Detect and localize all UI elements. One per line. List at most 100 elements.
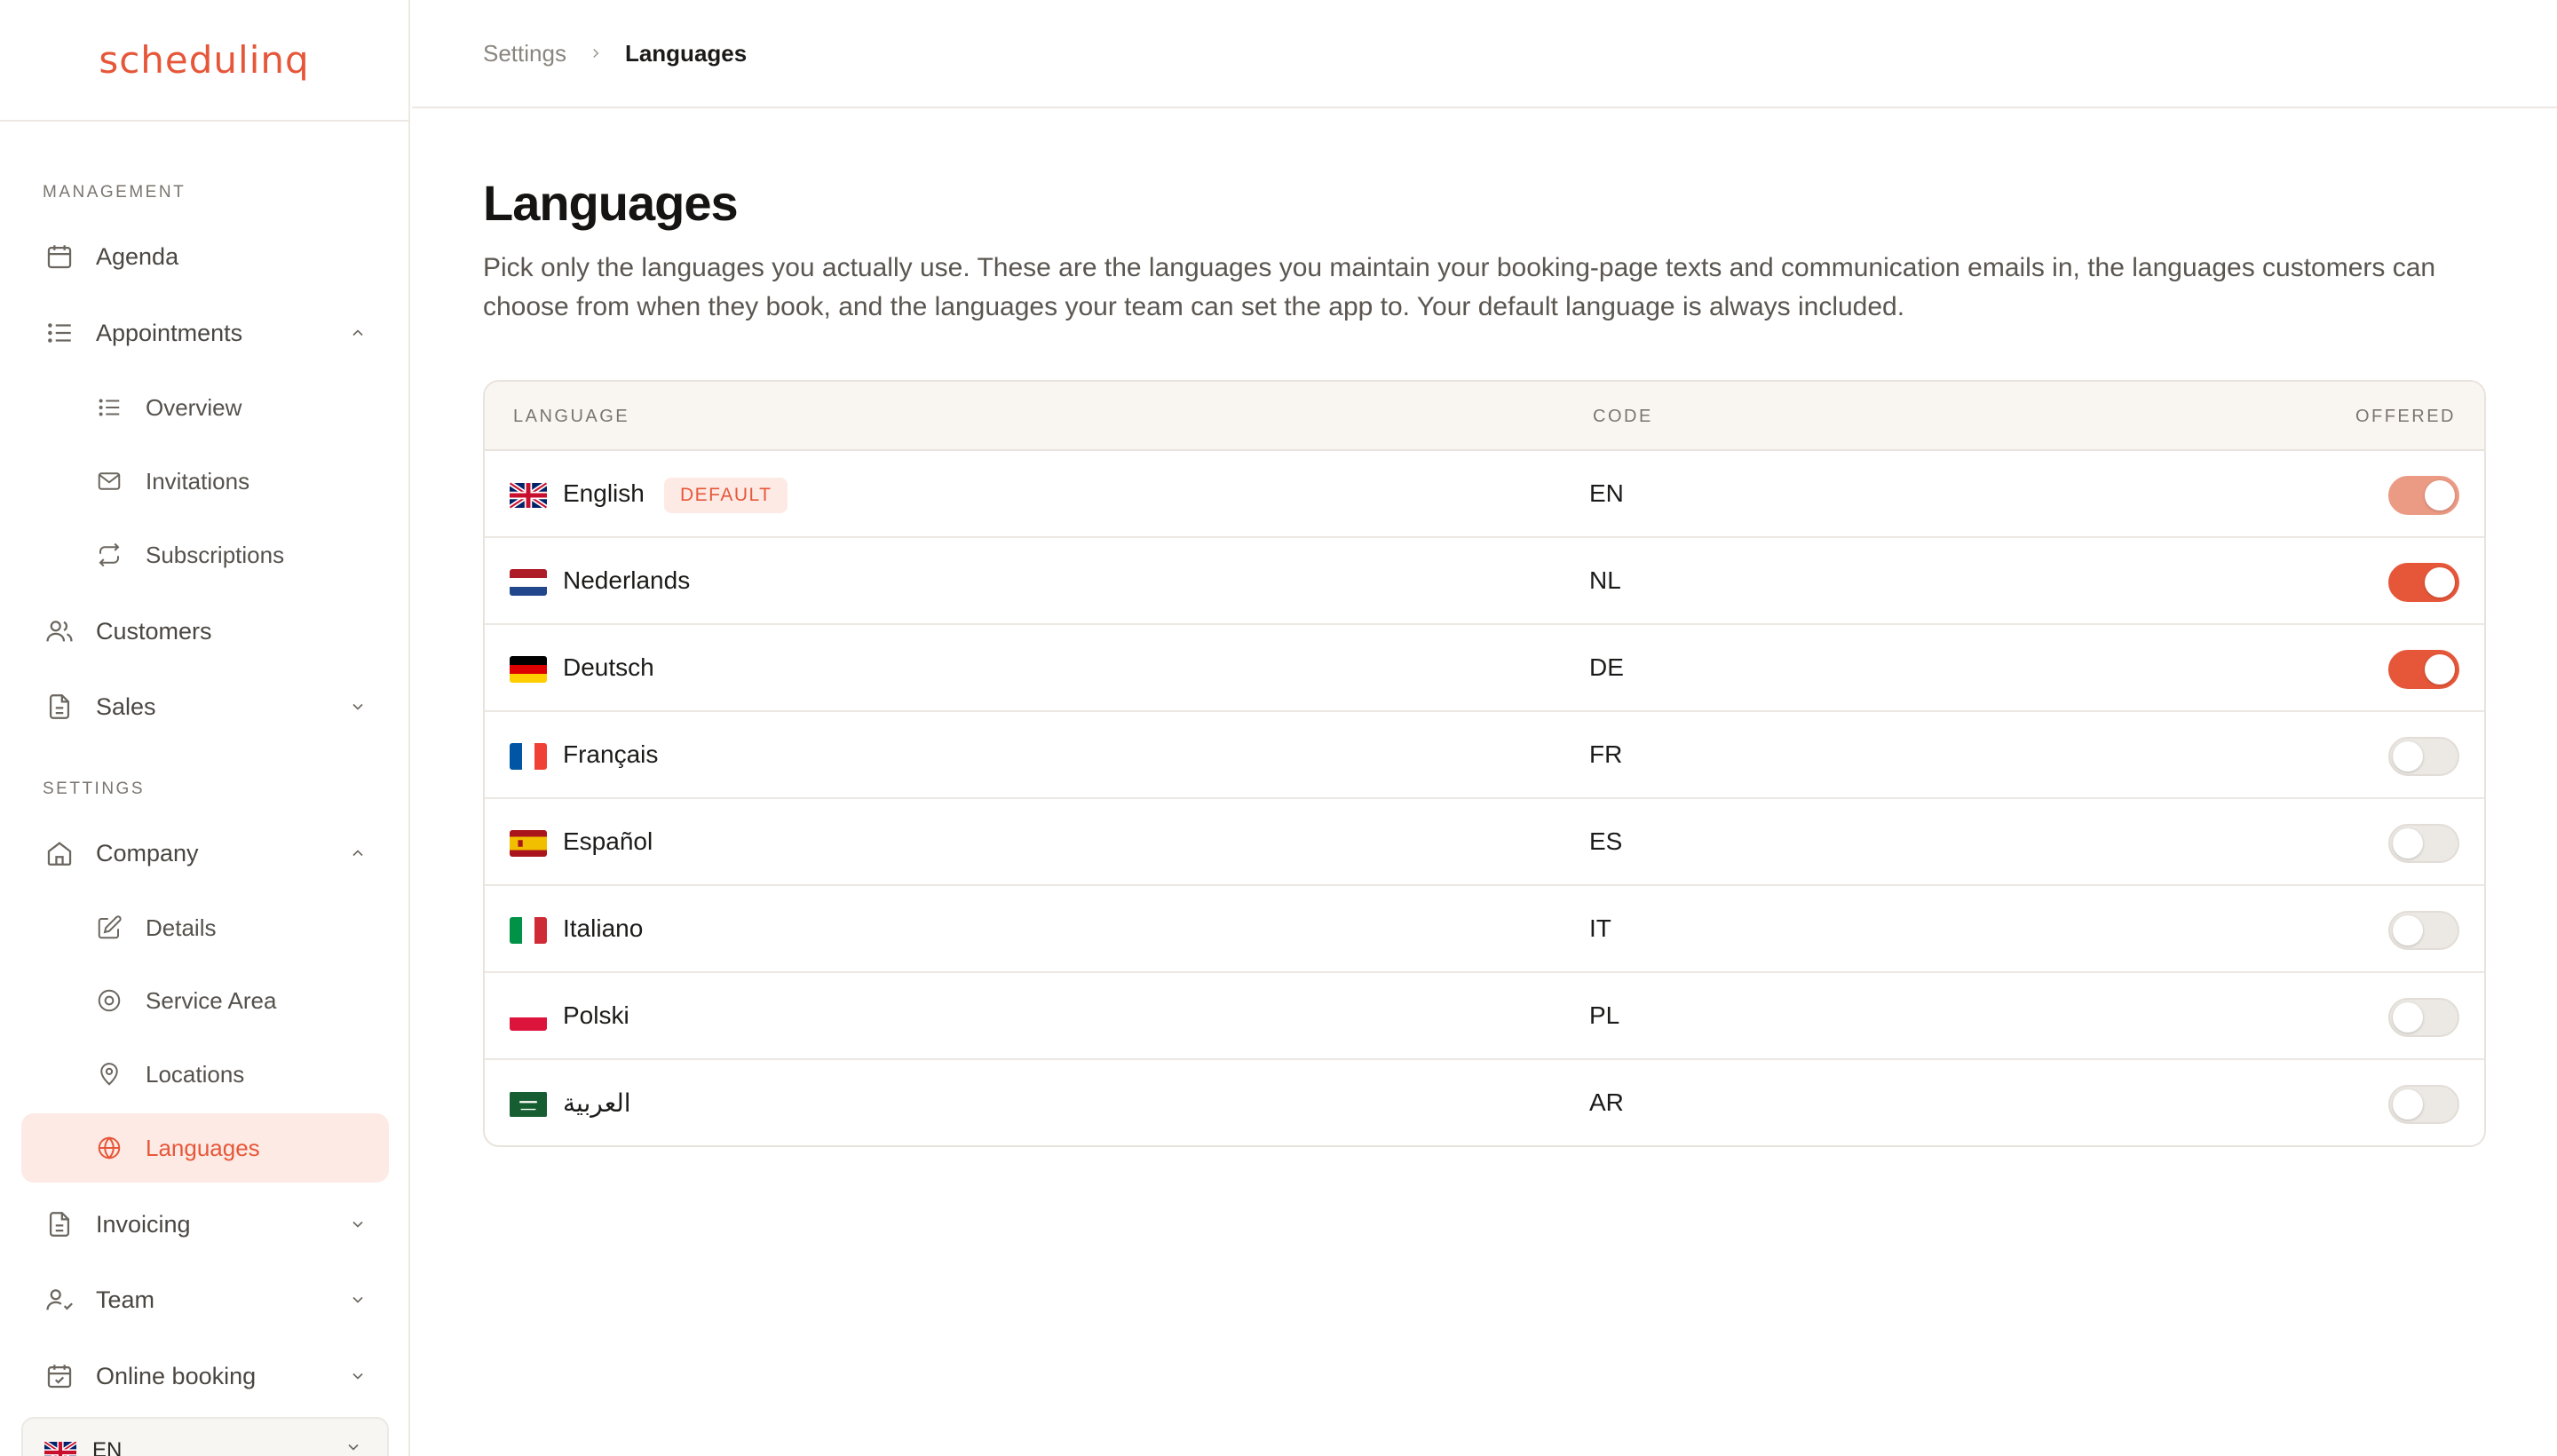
column-header-offered: OFFERED	[2355, 407, 2456, 426]
table-row: English DEFAULT EN	[485, 451, 2484, 538]
offered-toggle[interactable]	[2388, 476, 2459, 515]
sidebar-item-label: Invitations	[146, 467, 250, 495]
table-row: Français FR	[485, 712, 2484, 799]
list-icon	[43, 316, 76, 350]
chevron-up-icon	[348, 843, 368, 863]
language-name: English	[563, 479, 645, 507]
chevron-down-icon	[348, 1290, 368, 1310]
offered-toggle[interactable]	[2388, 1085, 2459, 1124]
toggle-knob	[2425, 480, 2455, 510]
sidebar-item-label: Invoicing	[96, 1210, 191, 1238]
de-flag-icon	[510, 656, 547, 683]
column-header-code: CODE	[1593, 407, 1653, 426]
table-header: LANGUAGE CODE OFFERED	[485, 382, 2484, 451]
sidebar-item-label: Service Area	[146, 986, 277, 1014]
chevron-down-icon	[348, 697, 368, 716]
fr-flag-icon	[510, 743, 547, 770]
sidebar-item-label: Appointments	[96, 319, 243, 346]
list-icon	[94, 392, 124, 423]
sidebar-item-label: Customers	[96, 617, 212, 645]
page-description: Pick only the languages you actually use…	[483, 253, 2436, 321]
default-badge: DEFAULT	[664, 478, 788, 513]
sidebar-item-locations[interactable]: Locations	[21, 1040, 389, 1109]
offered-toggle[interactable]	[2388, 650, 2459, 689]
sidebar-item-label: Languages	[146, 1134, 260, 1161]
language-code: NL	[1589, 566, 1621, 594]
sidebar-item-label: Agenda	[96, 242, 179, 270]
sidebar-item-overview[interactable]: Overview	[21, 373, 389, 442]
sidebar-item-agenda[interactable]: Agenda	[21, 222, 389, 291]
language-name: Italiano	[563, 914, 644, 942]
breadcrumb: Settings Languages	[412, 0, 2557, 108]
sidebar-item-languages[interactable]: Languages	[21, 1113, 389, 1183]
table-row: Italiano IT	[485, 886, 2484, 973]
chevron-down-icon	[348, 1215, 368, 1234]
toggle-knob	[2393, 1089, 2423, 1120]
sidebar-item-invoicing[interactable]: Invoicing	[21, 1190, 389, 1259]
sidebar-item-subscriptions[interactable]: Subscriptions	[21, 520, 389, 590]
toggle-knob	[2393, 915, 2423, 946]
chevron-right-icon	[588, 45, 604, 61]
sidebar-item-details[interactable]: Details	[21, 893, 389, 962]
language-selector[interactable]: EN	[21, 1417, 389, 1456]
sidebar-item-label: Company	[96, 839, 199, 866]
language-selector-code: EN	[92, 1438, 123, 1456]
language-code: DE	[1589, 653, 1624, 681]
offered-toggle[interactable]	[2388, 824, 2459, 863]
sidebar-item-label: Online booking	[96, 1362, 257, 1389]
sidebar-item-company[interactable]: Company	[21, 819, 389, 888]
language-code: ES	[1589, 827, 1623, 855]
calendar-check-icon	[43, 1359, 76, 1393]
invoice-icon	[43, 1207, 76, 1241]
language-code: AR	[1589, 1088, 1624, 1116]
sidebar-item-label: Details	[146, 914, 217, 941]
sidebar-item-label: Sales	[96, 692, 156, 720]
sidebar-item-label: Subscriptions	[146, 541, 285, 568]
language-name: Polski	[563, 1001, 629, 1029]
sidebar-item-invitations[interactable]: Invitations	[21, 447, 389, 516]
target-icon	[94, 985, 124, 1016]
breadcrumb-parent[interactable]: Settings	[483, 40, 566, 67]
es-flag-icon	[510, 830, 547, 857]
toggle-knob	[2425, 654, 2455, 684]
page-title: Languages	[483, 175, 739, 231]
logo-area: schedulinq	[0, 0, 408, 122]
map-pin-icon	[94, 1059, 124, 1089]
sidebar-item-service-area[interactable]: Service Area	[21, 966, 389, 1035]
language-name: Nederlands	[563, 566, 691, 594]
user-check-icon	[43, 1283, 76, 1317]
sidebar-item-appointments[interactable]: Appointments	[21, 298, 389, 368]
chevron-down-icon	[344, 1438, 362, 1456]
repeat-icon	[94, 540, 124, 570]
sidebar: schedulinq MANAGEMENT Agenda Appointment…	[0, 0, 410, 1456]
sa-flag-icon	[510, 1091, 547, 1118]
offered-toggle[interactable]	[2388, 737, 2459, 776]
language-code: PL	[1589, 1001, 1620, 1029]
toggle-knob	[2393, 741, 2423, 772]
it-flag-icon	[510, 917, 547, 944]
calendar-icon	[43, 240, 76, 273]
languages-table: LANGUAGE CODE OFFERED English DEFAULT EN…	[483, 380, 2486, 1147]
sidebar-item-team[interactable]: Team	[21, 1265, 389, 1334]
table-row: العربية AR	[485, 1060, 2484, 1145]
language-name: Español	[563, 827, 653, 855]
uk-flag-icon	[510, 482, 547, 509]
chevron-down-icon	[348, 1366, 368, 1386]
offered-toggle[interactable]	[2388, 998, 2459, 1037]
settings-section-label: SETTINGS	[43, 779, 146, 798]
offered-toggle[interactable]	[2388, 911, 2459, 950]
sidebar-item-sales[interactable]: Sales	[21, 672, 389, 741]
language-code: EN	[1589, 479, 1624, 507]
nl-flag-icon	[510, 569, 547, 596]
sidebar-item-customers[interactable]: Customers	[21, 597, 389, 666]
logo[interactable]: schedulinq	[99, 38, 309, 82]
document-icon	[43, 690, 76, 724]
table-row: Nederlands NL	[485, 538, 2484, 625]
offered-toggle[interactable]	[2388, 563, 2459, 602]
toggle-knob	[2393, 1002, 2423, 1033]
sidebar-item-label: Locations	[146, 1060, 245, 1088]
sidebar-item-online-booking[interactable]: Online booking	[21, 1341, 389, 1411]
pl-flag-icon	[510, 1004, 547, 1031]
sidebar-item-label: Overview	[146, 393, 242, 421]
users-icon	[43, 614, 76, 648]
